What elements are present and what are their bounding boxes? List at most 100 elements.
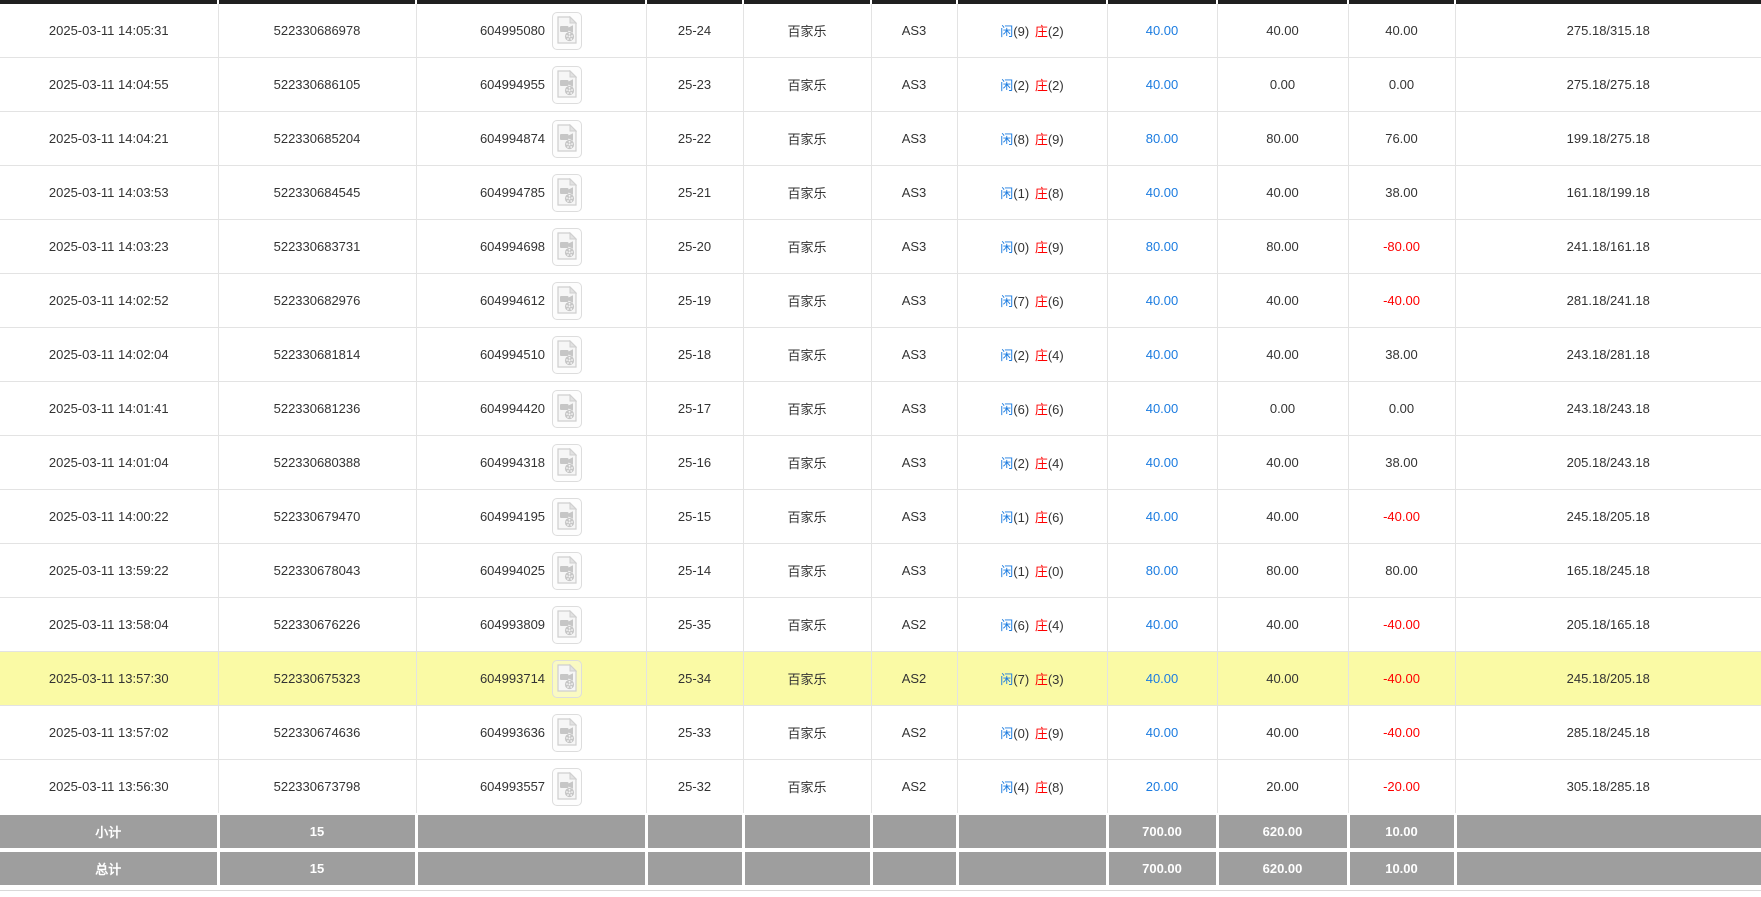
player-result-label: 闲 bbox=[1000, 186, 1013, 201]
table-row[interactable]: 2025-03-11 13:57:30 522330675323 6049937… bbox=[0, 652, 1761, 706]
cell-game-no: 604995080 bbox=[416, 4, 646, 58]
banker-result-score: (4) bbox=[1048, 348, 1064, 363]
cell-win-loss: 80.00 bbox=[1348, 544, 1455, 598]
game-no-text: 604994318 bbox=[480, 455, 545, 470]
total-win-loss: 10.00 bbox=[1348, 850, 1455, 885]
total-empty-cell bbox=[957, 850, 1107, 885]
table-row[interactable]: 2025-03-11 14:04:21 522330685204 6049948… bbox=[0, 112, 1761, 166]
table-row[interactable]: 2025-03-11 14:03:23 522330683731 6049946… bbox=[0, 220, 1761, 274]
cell-result: 闲(8) 庄(9) bbox=[957, 112, 1107, 166]
cell-win-loss: -40.00 bbox=[1348, 652, 1455, 706]
game-no-text: 604993809 bbox=[480, 617, 545, 632]
cell-balance: 245.18/205.18 bbox=[1455, 652, 1761, 706]
table-row[interactable]: 2025-03-11 14:00:22 522330679470 6049941… bbox=[0, 490, 1761, 544]
banker-result-score: (2) bbox=[1048, 24, 1064, 39]
total-row: 总计 15 700.00 620.00 10.00 bbox=[0, 850, 1761, 885]
cell-balance: 305.18/285.18 bbox=[1455, 760, 1761, 815]
video-replay-icon bbox=[557, 556, 577, 584]
table-row[interactable]: 2025-03-11 14:05:31 522330686978 6049950… bbox=[0, 4, 1761, 58]
cell-balance: 275.18/315.18 bbox=[1455, 4, 1761, 58]
video-replay-button[interactable] bbox=[552, 714, 582, 752]
cell-bet-time: 2025-03-11 14:01:41 bbox=[0, 382, 218, 436]
banker-result-score: (0) bbox=[1048, 564, 1064, 579]
video-replay-button[interactable] bbox=[552, 660, 582, 698]
banker-result-score: (6) bbox=[1048, 294, 1064, 309]
table-row[interactable]: 2025-03-11 14:02:52 522330682976 6049946… bbox=[0, 274, 1761, 328]
cell-bet-time: 2025-03-11 13:56:30 bbox=[0, 760, 218, 815]
table-row[interactable]: 2025-03-11 13:56:30 522330673798 6049935… bbox=[0, 760, 1761, 815]
player-result-score: (1) bbox=[1013, 186, 1029, 201]
player-result-label: 闲 bbox=[1000, 510, 1013, 525]
subtotal-empty-cell bbox=[871, 814, 957, 850]
cell-bet-time: 2025-03-11 14:03:23 bbox=[0, 220, 218, 274]
table-row[interactable]: 2025-03-11 13:59:22 522330678043 6049940… bbox=[0, 544, 1761, 598]
table-row[interactable]: 2025-03-11 13:57:02 522330674636 6049936… bbox=[0, 706, 1761, 760]
cell-bet-time: 2025-03-11 13:57:30 bbox=[0, 652, 218, 706]
video-replay-button[interactable] bbox=[552, 282, 582, 320]
player-result-score: (2) bbox=[1013, 348, 1029, 363]
cell-game-type: 百家乐 bbox=[743, 598, 871, 652]
cell-game-type: 百家乐 bbox=[743, 4, 871, 58]
subtotal-empty-cell bbox=[1455, 814, 1761, 850]
video-replay-icon bbox=[557, 718, 577, 746]
player-result-score: (7) bbox=[1013, 672, 1029, 687]
cell-balance: 281.18/241.18 bbox=[1455, 274, 1761, 328]
cell-bet-amount: 40.00 bbox=[1107, 166, 1217, 220]
cell-bet-amount: 80.00 bbox=[1107, 220, 1217, 274]
cell-table-name: AS3 bbox=[871, 490, 957, 544]
table-row[interactable]: 2025-03-11 14:01:04 522330680388 6049943… bbox=[0, 436, 1761, 490]
video-replay-icon bbox=[557, 394, 577, 422]
video-replay-icon bbox=[557, 124, 577, 152]
game-no-text: 604994612 bbox=[480, 293, 545, 308]
banker-result-label: 庄 bbox=[1035, 726, 1048, 741]
banker-result-score: (4) bbox=[1048, 456, 1064, 471]
cell-bet-slip-no: 522330676226 bbox=[218, 598, 416, 652]
cell-bet-amount: 40.00 bbox=[1107, 328, 1217, 382]
cell-win-loss: 38.00 bbox=[1348, 166, 1455, 220]
cell-win-loss: 38.00 bbox=[1348, 328, 1455, 382]
table-row[interactable]: 2025-03-11 14:04:55 522330686105 6049949… bbox=[0, 58, 1761, 112]
player-result-score: (0) bbox=[1013, 240, 1029, 255]
banker-result-score: (9) bbox=[1048, 726, 1064, 741]
cell-bet-amount: 40.00 bbox=[1107, 436, 1217, 490]
cell-bet-time: 2025-03-11 14:02:04 bbox=[0, 328, 218, 382]
video-replay-button[interactable] bbox=[552, 498, 582, 536]
total-empty-cell bbox=[871, 850, 957, 885]
player-result-score: (1) bbox=[1013, 564, 1029, 579]
video-replay-button[interactable] bbox=[552, 228, 582, 266]
cell-bet-slip-no: 522330685204 bbox=[218, 112, 416, 166]
cell-table-name: AS3 bbox=[871, 544, 957, 598]
cell-balance: 165.18/245.18 bbox=[1455, 544, 1761, 598]
cell-game-no: 604994318 bbox=[416, 436, 646, 490]
video-replay-button[interactable] bbox=[552, 12, 582, 50]
cell-table-name: AS3 bbox=[871, 58, 957, 112]
cell-bet-slip-no: 522330681236 bbox=[218, 382, 416, 436]
cell-game-no: 604993636 bbox=[416, 706, 646, 760]
game-no-text: 604994955 bbox=[480, 77, 545, 92]
video-replay-button[interactable] bbox=[552, 390, 582, 428]
table-row[interactable]: 2025-03-11 14:02:04 522330681814 6049945… bbox=[0, 328, 1761, 382]
video-replay-button[interactable] bbox=[552, 552, 582, 590]
video-replay-button[interactable] bbox=[552, 444, 582, 482]
cell-result: 闲(7) 庄(3) bbox=[957, 652, 1107, 706]
cell-round-no: 25-16 bbox=[646, 436, 743, 490]
player-result-score: (1) bbox=[1013, 510, 1029, 525]
banker-result-label: 庄 bbox=[1035, 780, 1048, 795]
table-row[interactable]: 2025-03-11 14:01:41 522330681236 6049944… bbox=[0, 382, 1761, 436]
cell-result: 闲(6) 庄(4) bbox=[957, 598, 1107, 652]
cell-bet-amount: 80.00 bbox=[1107, 544, 1217, 598]
cell-result: 闲(4) 庄(8) bbox=[957, 760, 1107, 815]
video-replay-button[interactable] bbox=[552, 336, 582, 374]
cell-game-type: 百家乐 bbox=[743, 760, 871, 815]
cell-balance: 199.18/275.18 bbox=[1455, 112, 1761, 166]
video-replay-button[interactable] bbox=[552, 120, 582, 158]
video-replay-button[interactable] bbox=[552, 768, 582, 806]
video-replay-button[interactable] bbox=[552, 66, 582, 104]
player-result-label: 闲 bbox=[1000, 294, 1013, 309]
table-row[interactable]: 2025-03-11 13:58:04 522330676226 6049938… bbox=[0, 598, 1761, 652]
cell-valid-amount: 40.00 bbox=[1217, 706, 1348, 760]
table-row[interactable]: 2025-03-11 14:03:53 522330684545 6049947… bbox=[0, 166, 1761, 220]
video-replay-button[interactable] bbox=[552, 606, 582, 644]
subtotal-empty-cell bbox=[416, 814, 646, 850]
video-replay-button[interactable] bbox=[552, 174, 582, 212]
